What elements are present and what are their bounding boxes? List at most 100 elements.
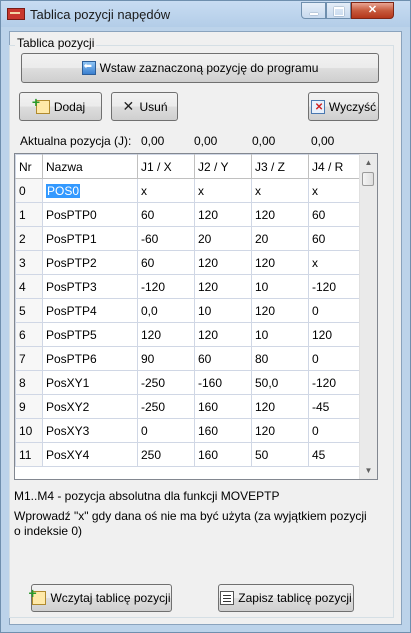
add-button[interactable]: Dodaj bbox=[19, 92, 102, 121]
cell-nr[interactable]: 0 bbox=[15, 178, 43, 203]
cell-j4[interactable]: 45 bbox=[308, 442, 363, 467]
cell-j4[interactable]: 60 bbox=[308, 202, 363, 227]
cell-j4[interactable]: 60 bbox=[308, 226, 363, 251]
cell-j3[interactable]: 120 bbox=[251, 202, 309, 227]
scrollbar-thumb[interactable] bbox=[362, 172, 374, 186]
load-table-button[interactable]: Wczytaj tablicę pozycji bbox=[28, 584, 172, 612]
scroll-down-arrow-icon[interactable]: ▼ bbox=[360, 462, 377, 479]
cell-j2[interactable]: 120 bbox=[194, 322, 252, 347]
cell-j3[interactable]: 120 bbox=[251, 298, 309, 323]
cell-j3[interactable]: 80 bbox=[251, 346, 309, 371]
cell-j2[interactable]: 10 bbox=[194, 298, 252, 323]
cell-name[interactable]: PosXY4 bbox=[42, 442, 138, 467]
header-j4[interactable]: J4 / R bbox=[308, 154, 363, 179]
cell-j2[interactable]: 60 bbox=[194, 346, 252, 371]
cell-j1[interactable]: -250 bbox=[137, 394, 195, 419]
cell-j2[interactable]: 160 bbox=[194, 442, 252, 467]
cell-name[interactable]: POS0 bbox=[42, 178, 138, 203]
cell-j3[interactable]: 50,0 bbox=[251, 370, 309, 395]
header-j1[interactable]: J1 / X bbox=[137, 154, 195, 179]
table-row[interactable]: 9 PosXY2 -250 160 120 -45 bbox=[15, 394, 363, 419]
cell-j1[interactable]: 90 bbox=[137, 346, 195, 371]
maximize-button[interactable] bbox=[326, 2, 351, 19]
cell-j1[interactable]: 120 bbox=[137, 322, 195, 347]
cell-j1[interactable]: 60 bbox=[137, 250, 195, 275]
cell-j2[interactable]: 160 bbox=[194, 394, 252, 419]
cell-j4[interactable]: -120 bbox=[308, 274, 363, 299]
table-row[interactable]: 6 PosPTP5 120 120 10 120 bbox=[15, 322, 363, 347]
cell-j1[interactable]: -60 bbox=[137, 226, 195, 251]
table-row[interactable]: 8 PosXY1 -250 -160 50,0 -120 bbox=[15, 370, 363, 395]
cell-j1[interactable]: -250 bbox=[137, 370, 195, 395]
cell-j1[interactable]: x bbox=[137, 178, 195, 203]
cell-j1[interactable]: 250 bbox=[137, 442, 195, 467]
cell-j4[interactable]: 120 bbox=[308, 322, 363, 347]
clear-button[interactable]: Wyczyść bbox=[308, 92, 379, 121]
cell-j4[interactable]: x bbox=[308, 250, 363, 275]
remove-button[interactable]: Usuń bbox=[111, 92, 178, 121]
table-row[interactable]: 7 PosPTP6 90 60 80 0 bbox=[15, 346, 363, 371]
cell-name[interactable]: PosXY2 bbox=[42, 394, 138, 419]
cell-j2[interactable]: -160 bbox=[194, 370, 252, 395]
cell-j2[interactable]: 120 bbox=[194, 250, 252, 275]
cell-j2[interactable]: 120 bbox=[194, 274, 252, 299]
table-row[interactable]: 5 PosPTP4 0,0 10 120 0 bbox=[15, 298, 363, 323]
cell-j3[interactable]: 20 bbox=[251, 226, 309, 251]
vertical-scrollbar[interactable]: ▲ ▼ bbox=[359, 154, 377, 479]
insert-position-button[interactable]: Wstaw zaznaczoną pozycję do programu bbox=[21, 53, 379, 83]
cell-name[interactable]: PosPTP0 bbox=[42, 202, 138, 227]
cell-j2[interactable]: 160 bbox=[194, 418, 252, 443]
close-button[interactable] bbox=[351, 2, 394, 19]
cell-nr[interactable]: 11 bbox=[15, 442, 43, 467]
table-row[interactable]: 2 PosPTP1 -60 20 20 60 bbox=[15, 226, 363, 251]
table-row[interactable]: 10 PosXY3 0 160 120 0 bbox=[15, 418, 363, 443]
cell-nr[interactable]: 6 bbox=[15, 322, 43, 347]
cell-j3[interactable]: 120 bbox=[251, 250, 309, 275]
table-row[interactable]: 11 PosXY4 250 160 50 45 bbox=[15, 442, 363, 467]
cell-j3[interactable]: 10 bbox=[251, 322, 309, 347]
cell-j3[interactable]: 50 bbox=[251, 442, 309, 467]
cell-j4[interactable]: -120 bbox=[308, 370, 363, 395]
cell-name[interactable]: PosPTP6 bbox=[42, 346, 138, 371]
cell-name[interactable]: PosXY1 bbox=[42, 370, 138, 395]
cell-name[interactable]: PosPTP2 bbox=[42, 250, 138, 275]
cell-j1[interactable]: -120 bbox=[137, 274, 195, 299]
cell-nr[interactable]: 8 bbox=[15, 370, 43, 395]
cell-nr[interactable]: 4 bbox=[15, 274, 43, 299]
cell-name[interactable]: PosXY3 bbox=[42, 418, 138, 443]
table-row[interactable]: 0 POS0 x x x x bbox=[15, 178, 363, 203]
header-nr[interactable]: Nr bbox=[15, 154, 43, 179]
positions-grid[interactable]: Nr Nazwa J1 / X J2 / Y J3 / Z J4 / R 0 PO… bbox=[14, 153, 378, 480]
cell-j3[interactable]: 10 bbox=[251, 274, 309, 299]
cell-nr[interactable]: 9 bbox=[15, 394, 43, 419]
title-bar[interactable]: Tablica pozycji napędów bbox=[1, 1, 410, 27]
minimize-button[interactable] bbox=[301, 2, 326, 19]
cell-nr[interactable]: 1 bbox=[15, 202, 43, 227]
header-j3[interactable]: J3 / Z bbox=[251, 154, 309, 179]
cell-j3[interactable]: 120 bbox=[251, 394, 309, 419]
table-row[interactable]: 3 PosPTP2 60 120 120 x bbox=[15, 250, 363, 275]
cell-j4[interactable]: 0 bbox=[308, 418, 363, 443]
cell-name[interactable]: PosPTP5 bbox=[42, 322, 138, 347]
table-row[interactable]: 1 PosPTP0 60 120 120 60 bbox=[15, 202, 363, 227]
cell-nr[interactable]: 3 bbox=[15, 250, 43, 275]
cell-j3[interactable]: 120 bbox=[251, 418, 309, 443]
cell-nr[interactable]: 7 bbox=[15, 346, 43, 371]
cell-j2[interactable]: 120 bbox=[194, 202, 252, 227]
cell-j2[interactable]: x bbox=[194, 178, 252, 203]
header-j2[interactable]: J2 / Y bbox=[194, 154, 252, 179]
scroll-up-arrow-icon[interactable]: ▲ bbox=[360, 154, 377, 171]
cell-name[interactable]: PosPTP3 bbox=[42, 274, 138, 299]
cell-j1[interactable]: 0,0 bbox=[137, 298, 195, 323]
cell-name[interactable]: PosPTP4 bbox=[42, 298, 138, 323]
cell-j1[interactable]: 60 bbox=[137, 202, 195, 227]
save-table-button[interactable]: Zapisz tablicę pozycji bbox=[218, 584, 354, 612]
cell-nr[interactable]: 2 bbox=[15, 226, 43, 251]
cell-j2[interactable]: 20 bbox=[194, 226, 252, 251]
cell-j4[interactable]: -45 bbox=[308, 394, 363, 419]
cell-j3[interactable]: x bbox=[251, 178, 309, 203]
cell-j4[interactable]: x bbox=[308, 178, 363, 203]
cell-j4[interactable]: 0 bbox=[308, 346, 363, 371]
cell-j1[interactable]: 0 bbox=[137, 418, 195, 443]
cell-j4[interactable]: 0 bbox=[308, 298, 363, 323]
